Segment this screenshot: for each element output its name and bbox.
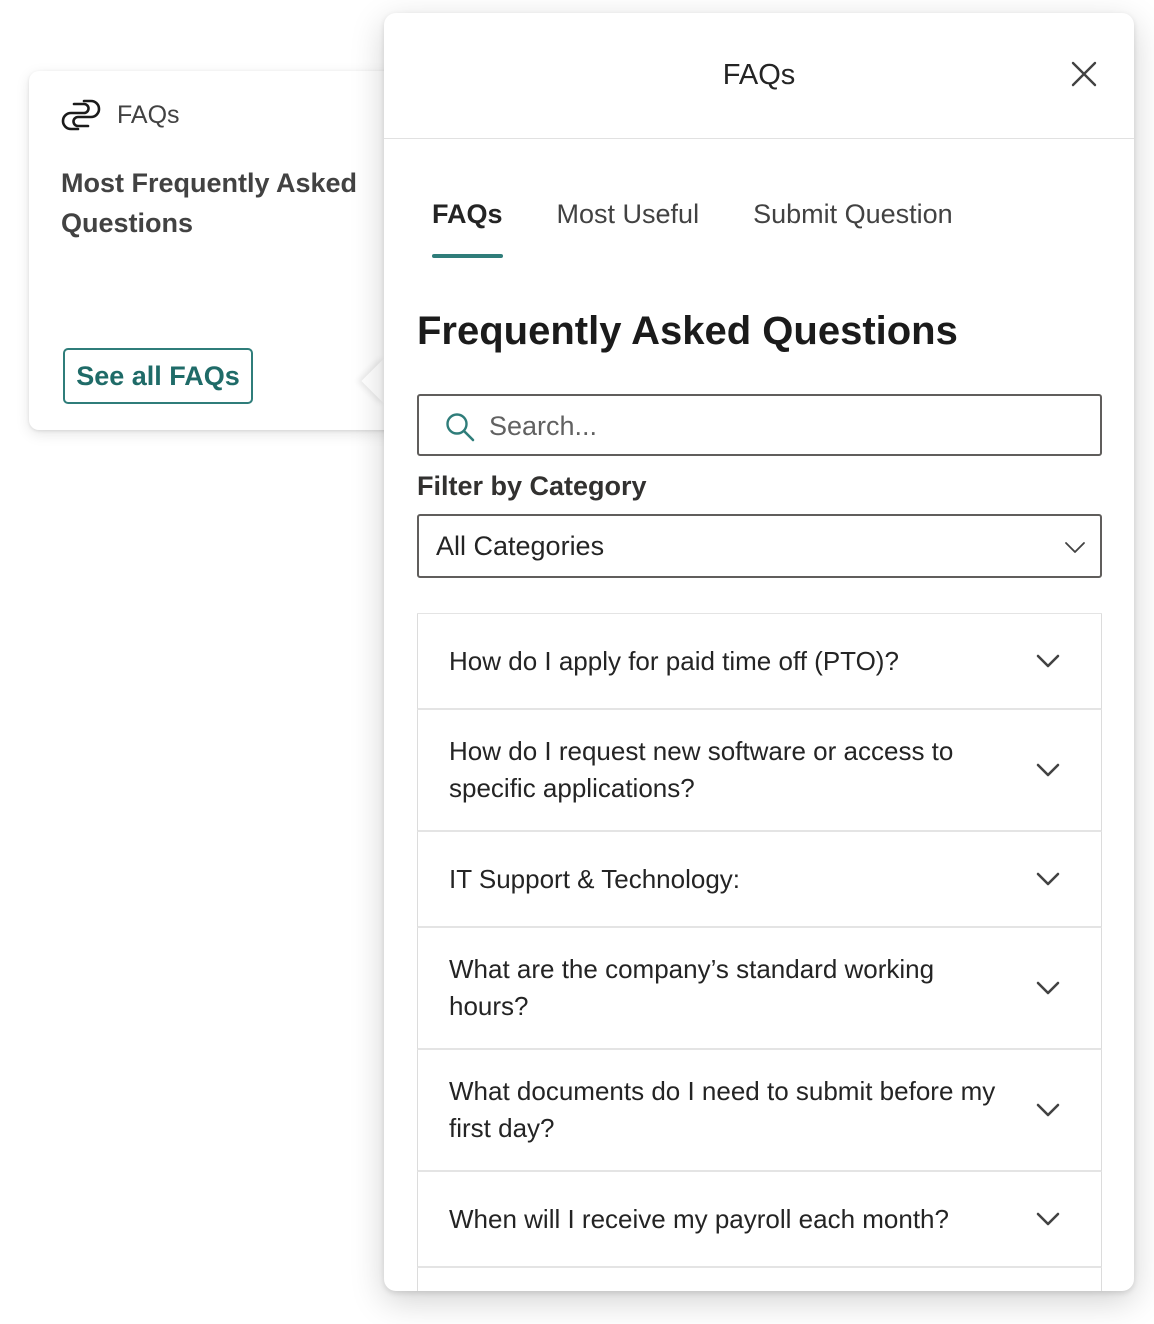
- search-icon: [446, 413, 475, 442]
- see-all-faqs-button[interactable]: See all FAQs: [63, 348, 253, 404]
- faq-card: FAQs Most Frequently Asked Questions See…: [29, 71, 409, 430]
- tab-faqs[interactable]: FAQs: [432, 199, 503, 258]
- faq-question: IT Support & Technology:: [449, 863, 741, 894]
- faq-item[interactable]: What are the company’s standard working …: [417, 928, 1102, 1050]
- chevron-down-icon: [1036, 981, 1060, 995]
- faq-question: How do I request new software or access …: [449, 736, 954, 803]
- close-icon: [1071, 61, 1097, 87]
- page-heading: Frequently Asked Questions: [417, 309, 958, 353]
- category-select-value: All Categories: [436, 531, 605, 561]
- search-box[interactable]: [417, 394, 1102, 456]
- card-header: FAQs: [61, 95, 180, 135]
- card-title: Most Frequently Asked Questions: [61, 168, 358, 238]
- chevron-down-icon: [1036, 654, 1060, 668]
- card-header-label: FAQs: [117, 100, 180, 129]
- faq-item[interactable]: When will I receive my payroll each mont…: [417, 1172, 1102, 1268]
- faq-item[interactable]: How do I request new software or access …: [417, 710, 1102, 832]
- tab-most-useful[interactable]: Most Useful: [557, 199, 700, 258]
- faq-question: What are the company’s standard working …: [449, 954, 935, 1021]
- tab-list: FAQs Most Useful Submit Question: [432, 199, 1007, 258]
- faq-question: What documents do I need to submit befor…: [449, 1076, 996, 1143]
- chevron-down-icon: [1036, 763, 1060, 777]
- stage: FAQs Most Frequently Asked Questions See…: [0, 0, 1154, 1324]
- faq-list: How do I apply for paid time off (PTO)? …: [417, 613, 1102, 1291]
- faq-item[interactable]: How do I apply for paid time off (PTO)?: [417, 614, 1102, 710]
- tab-submit-question[interactable]: Submit Question: [753, 199, 953, 258]
- faq-item[interactable]: [417, 1268, 1102, 1291]
- filter-label: Filter by Category: [417, 471, 647, 501]
- chevron-down-icon: [1036, 872, 1060, 886]
- panel-header: FAQs: [384, 13, 1134, 139]
- faq-item[interactable]: IT Support & Technology:: [417, 832, 1102, 928]
- search-input[interactable]: [489, 404, 1079, 448]
- chevron-down-icon: [1036, 1103, 1060, 1117]
- faq-panel: FAQs FAQs Most Useful Submit Question Fr…: [384, 13, 1134, 1291]
- faq-question: When will I receive my payroll each mont…: [449, 1203, 949, 1234]
- faq-question: How do I apply for paid time off (PTO)?: [449, 645, 899, 676]
- faq-item[interactable]: What documents do I need to submit befor…: [417, 1050, 1102, 1172]
- panel-title: FAQs: [722, 59, 796, 91]
- paperclip-logo-icon: [61, 99, 101, 131]
- chevron-down-icon: [1065, 542, 1085, 553]
- close-button[interactable]: [1067, 57, 1101, 91]
- chevron-down-icon: [1036, 1212, 1060, 1226]
- category-select[interactable]: All Categories: [417, 514, 1102, 578]
